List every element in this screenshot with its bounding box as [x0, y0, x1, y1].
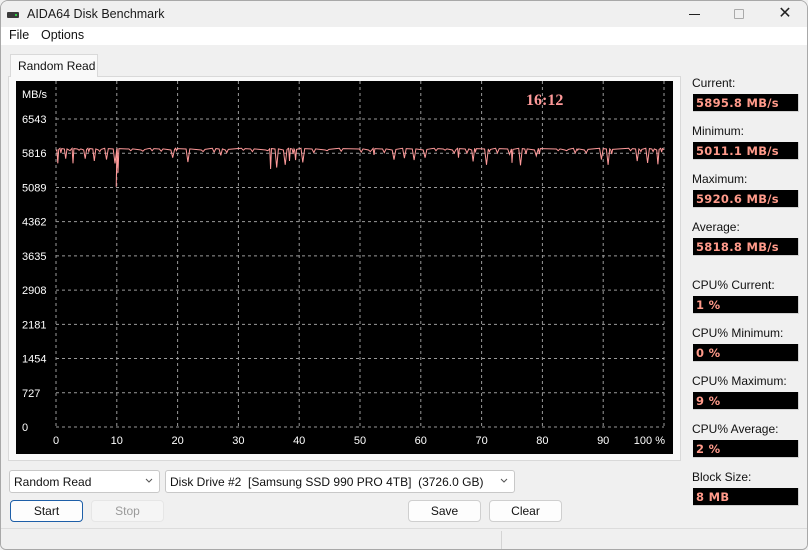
save-button[interactable]: Save	[408, 500, 481, 522]
chart-grid	[55, 81, 665, 428]
clear-button[interactable]: Clear	[489, 500, 562, 522]
x-tick-label: 20	[171, 435, 183, 447]
minimize-button[interactable]	[671, 1, 717, 27]
minimize-icon	[688, 13, 700, 15]
block-size-value: 8 MB	[693, 488, 799, 506]
current-value: 5895.8 MB/s	[693, 94, 799, 112]
y-axis-ticks: 0 727 1454 2181 2908 3635 4362 5089 5816 6543	[22, 114, 46, 434]
cpu-minimum-label: CPU% Minimum:	[692, 326, 784, 340]
cpu-minimum-value: 0 %	[693, 344, 799, 362]
close-icon: ✕	[778, 5, 792, 22]
close-button[interactable]: ✕	[762, 1, 807, 27]
status-bar	[1, 528, 807, 549]
maximum-label: Maximum:	[692, 172, 748, 186]
y-tick-label: 5816	[22, 148, 46, 160]
x-tick-label: 50	[354, 435, 366, 447]
cpu-average-label: CPU% Average:	[692, 422, 779, 436]
benchmark-mode-select[interactable]: Random Read	[9, 470, 160, 493]
minimum-value: 5011.1 MB/s	[693, 142, 799, 160]
x-axis-ticks: 0 10 20 30 40 50 60 70 80 90 100 %	[53, 435, 665, 447]
y-tick-label: 5089	[22, 182, 46, 194]
y-axis-label: MB/s	[22, 89, 48, 101]
drive-select[interactable]: Disk Drive #2 [Samsung SSD 990 PRO 4TB] …	[165, 470, 515, 493]
x-tick-label: 30	[232, 435, 244, 447]
benchmark-chart: 0 727 1454 2181 2908 3635 4362 5089 5816 6543 0 10…	[16, 81, 673, 454]
chevron-down-icon	[145, 478, 153, 483]
average-label: Average:	[692, 220, 740, 234]
cpu-current-value: 1 %	[693, 296, 799, 314]
elapsed-time: 16:12	[526, 92, 563, 109]
benchmark-mode-value: Random Read	[14, 475, 92, 489]
y-tick-label: 0	[22, 422, 28, 434]
y-tick-label: 2181	[22, 319, 46, 331]
tab-label: Random Read	[18, 59, 96, 73]
x-tick-label: 10	[111, 435, 123, 447]
cpu-maximum-value: 9 %	[693, 392, 799, 410]
menu-file[interactable]: File	[9, 28, 29, 42]
average-value: 5818.8 MB/s	[693, 238, 799, 256]
cpu-current-label: CPU% Current:	[692, 278, 775, 292]
x-tick-label: 90	[597, 435, 609, 447]
stop-button[interactable]: Stop	[91, 500, 164, 522]
chart-svg: 0 727 1454 2181 2908 3635 4362 5089 5816 6543 0 10…	[22, 81, 665, 447]
minimum-label: Minimum:	[692, 124, 745, 138]
status-separator	[501, 531, 502, 549]
x-tick-label: 0	[53, 435, 59, 447]
maximize-button[interactable]	[716, 1, 762, 27]
x-tick-label: 80	[536, 435, 548, 447]
disk-drive-icon	[7, 12, 19, 18]
start-button[interactable]: Start	[10, 500, 83, 522]
block-size-label: Block Size:	[692, 470, 752, 484]
tab-random-read[interactable]: Random Read	[10, 54, 98, 77]
y-tick-label: 2908	[22, 285, 46, 297]
y-tick-label: 3635	[22, 251, 46, 263]
y-tick-label: 1454	[22, 354, 46, 366]
x-tick-label: 100 %	[634, 435, 665, 447]
x-tick-label: 70	[475, 435, 487, 447]
y-tick-label: 727	[22, 388, 40, 400]
cpu-average-value: 2 %	[693, 440, 799, 458]
menu-bar: File Options	[1, 27, 807, 45]
title-bar[interactable]: AIDA64 Disk Benchmark ✕	[1, 1, 807, 27]
app-window: AIDA64 Disk Benchmark ✕ File Options Ran…	[0, 0, 808, 550]
drive-value: Disk Drive #2 [Samsung SSD 990 PRO 4TB] …	[170, 475, 484, 489]
x-tick-label: 40	[293, 435, 305, 447]
cpu-maximum-label: CPU% Maximum:	[692, 374, 787, 388]
maximize-icon	[734, 9, 744, 19]
y-tick-label: 6543	[22, 114, 46, 126]
window-title: AIDA64 Disk Benchmark	[27, 7, 165, 21]
current-label: Current:	[692, 76, 736, 90]
chevron-down-icon	[500, 478, 508, 483]
menu-options[interactable]: Options	[41, 28, 84, 42]
maximum-value: 5920.6 MB/s	[693, 190, 799, 208]
x-tick-label: 60	[415, 435, 427, 447]
y-tick-label: 4362	[22, 217, 46, 229]
